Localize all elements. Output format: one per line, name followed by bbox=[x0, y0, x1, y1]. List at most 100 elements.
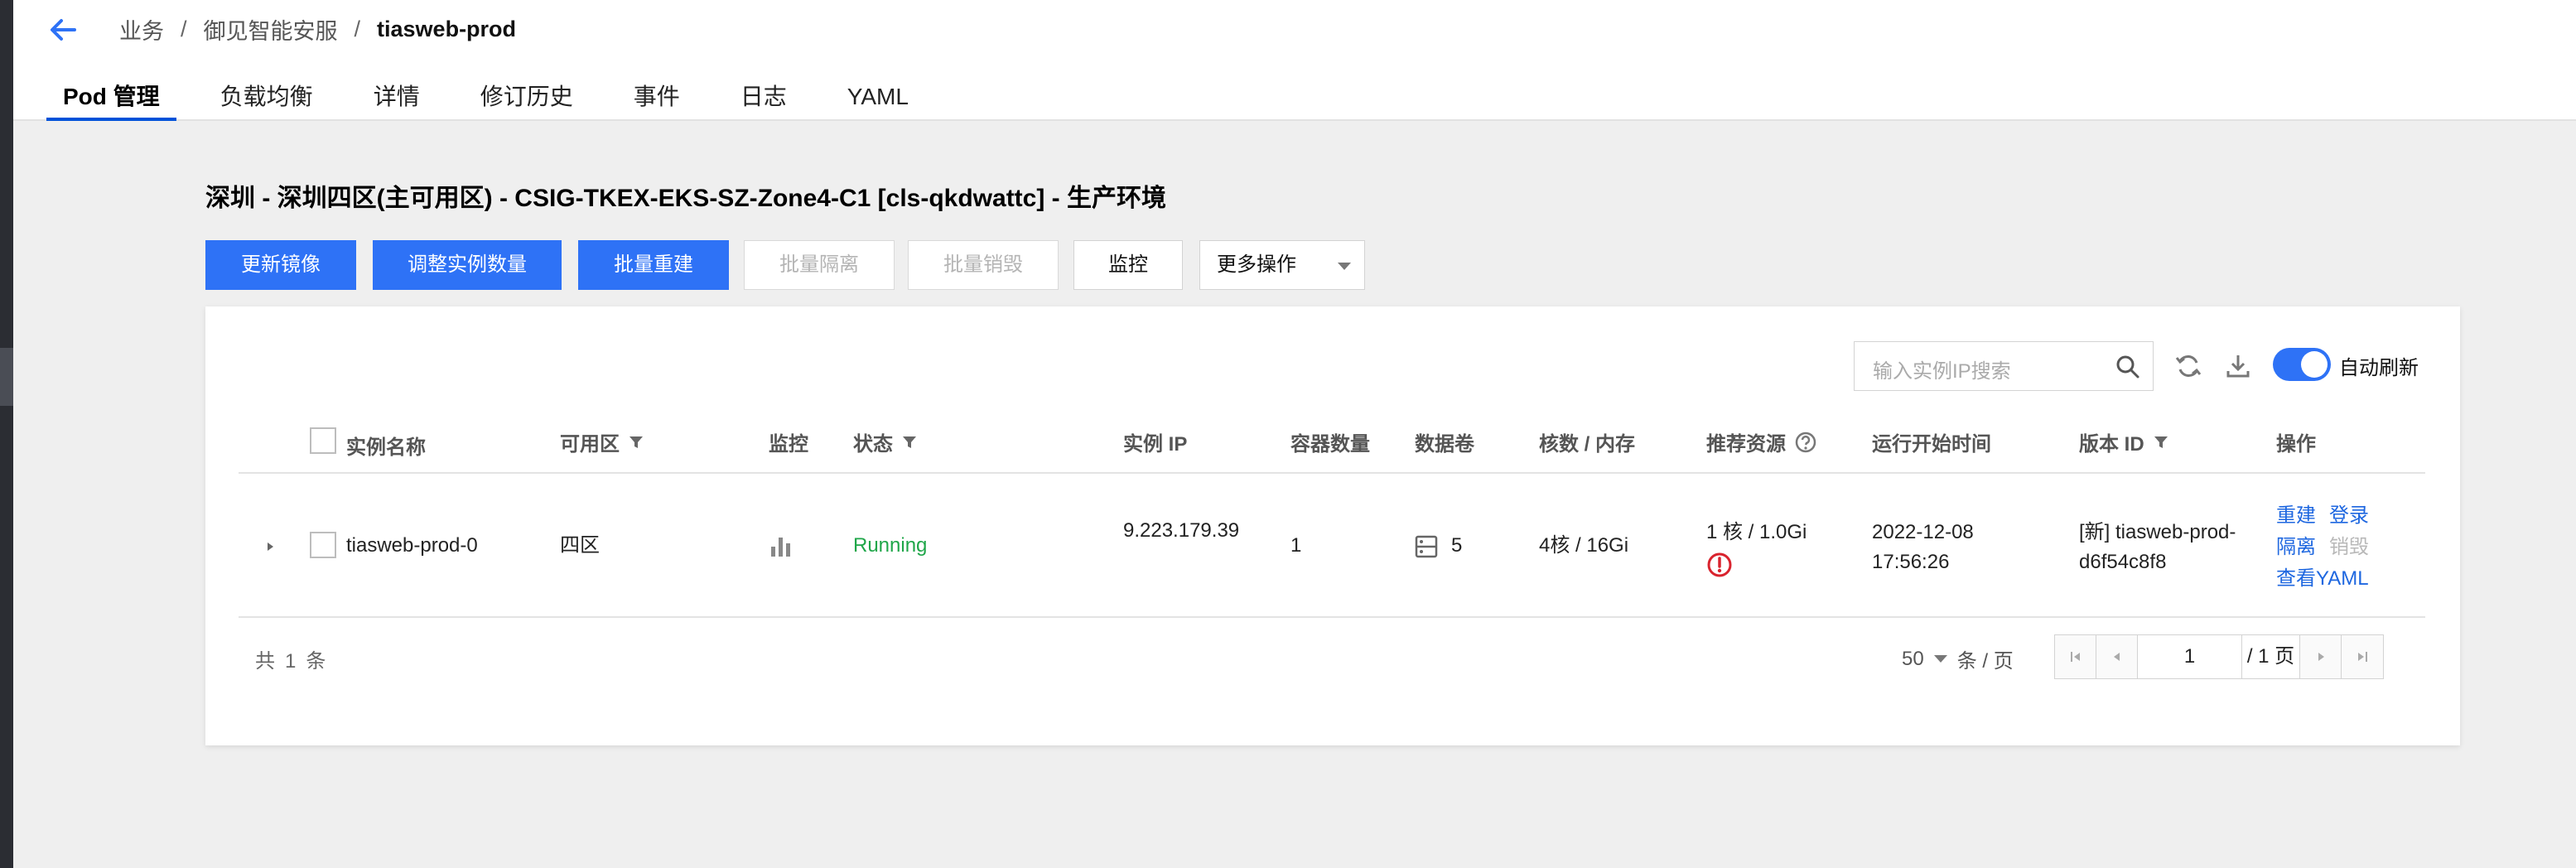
tab-logs[interactable]: 日志 bbox=[724, 76, 803, 119]
cluster-title: 深圳 - 深圳四区(主可用区) - CSIG-TKEX-EKS-SZ-Zone4… bbox=[205, 185, 1167, 212]
login-link[interactable]: 登录 bbox=[2329, 500, 2369, 532]
start-date: 2022-12-08 bbox=[1872, 521, 1974, 543]
prev-page-icon bbox=[2114, 653, 2120, 661]
page-header: 业务 / 御见智能安服 / tiasweb-prod Pod 管理 负载均衡 详… bbox=[13, 0, 2576, 121]
column-header-ip-label: 实例 IP bbox=[1123, 433, 1188, 456]
filter-icon[interactable] bbox=[901, 434, 918, 451]
next-page-icon bbox=[2318, 653, 2324, 661]
column-header-volumes-label: 数据卷 bbox=[1415, 433, 1474, 456]
volume-icon bbox=[1415, 535, 1438, 558]
page-number-input[interactable]: 1 bbox=[2138, 635, 2242, 678]
page-size-unit: 条 / 页 bbox=[1956, 650, 2014, 673]
adjust-instances-button[interactable]: 调整实例数量 bbox=[373, 240, 562, 290]
table-footer-divider bbox=[239, 616, 2425, 618]
prev-page-button[interactable] bbox=[2096, 635, 2138, 678]
update-image-button[interactable]: 更新镜像 bbox=[205, 240, 356, 290]
first-page-button[interactable] bbox=[2055, 635, 2096, 678]
rebuild-link[interactable]: 重建 bbox=[2276, 500, 2316, 532]
total-value: 1 bbox=[285, 650, 297, 673]
breadcrumb: 业务 / 御见智能安服 / tiasweb-prod bbox=[119, 13, 516, 46]
pod-status: Running bbox=[853, 534, 928, 557]
tab-revision-history[interactable]: 修订历史 bbox=[464, 76, 590, 119]
start-time: 17:56:26 bbox=[1872, 551, 1950, 573]
column-header-volumes: 数据卷 bbox=[1415, 427, 1474, 456]
expand-row-icon[interactable] bbox=[263, 540, 277, 553]
refresh-icon[interactable] bbox=[2173, 351, 2203, 381]
more-actions-label: 更多操作 bbox=[1217, 253, 1296, 276]
warning-icon[interactable] bbox=[1706, 552, 1733, 578]
version-id-line2: d6f54c8f8 bbox=[2079, 551, 2167, 573]
help-icon[interactable] bbox=[1794, 431, 1817, 454]
row-checkbox[interactable] bbox=[310, 532, 336, 558]
pod-name[interactable]: tiasweb-prod-0 bbox=[346, 530, 478, 562]
batch-rebuild-button[interactable]: 批量重建 bbox=[578, 240, 729, 290]
left-sidebar-strip bbox=[0, 0, 13, 868]
column-header-name: 实例名称 bbox=[346, 431, 426, 460]
destroy-link: 销毁 bbox=[2329, 536, 2369, 558]
batch-destroy-button[interactable]: 批量销毁 bbox=[908, 240, 1059, 290]
total-pages: / 1 页 bbox=[2242, 635, 2300, 678]
page-size-select[interactable]: 50 条 / 页 bbox=[1902, 644, 2014, 673]
isolate-link[interactable]: 隔离 bbox=[2276, 532, 2316, 563]
column-header-recommended-label: 推荐资源 bbox=[1706, 433, 1786, 456]
page-size-value: 50 bbox=[1902, 647, 1924, 670]
column-header-monitor: 监控 bbox=[769, 427, 808, 456]
last-page-button[interactable] bbox=[2342, 635, 2383, 678]
select-all-checkbox[interactable] bbox=[310, 427, 336, 454]
breadcrumb-separator: / bbox=[181, 17, 187, 41]
back-arrow-icon[interactable] bbox=[43, 10, 83, 50]
column-header-containers-label: 容器数量 bbox=[1290, 433, 1370, 456]
filter-icon[interactable] bbox=[2153, 434, 2169, 451]
search-icon[interactable] bbox=[2115, 354, 2141, 380]
total-prefix: 共 bbox=[255, 650, 275, 673]
filter-icon[interactable] bbox=[628, 434, 644, 451]
auto-refresh-label: 自动刷新 bbox=[2339, 357, 2419, 379]
batch-isolate-button[interactable]: 批量隔离 bbox=[744, 240, 895, 290]
breadcrumb-current: tiasweb-prod bbox=[377, 17, 517, 41]
column-header-monitor-label: 监控 bbox=[769, 433, 808, 456]
next-page-button[interactable] bbox=[2300, 635, 2342, 678]
column-header-version-label: 版本 ID bbox=[2079, 433, 2144, 456]
tab-load-balancing[interactable]: 负载均衡 bbox=[204, 76, 330, 119]
column-header-start-time: 运行开始时间 bbox=[1872, 427, 1991, 456]
search-placeholder: 输入实例IP搜索 bbox=[1873, 360, 2011, 383]
breadcrumb-business[interactable]: 御见智能安服 bbox=[204, 13, 338, 46]
column-header-containers: 容器数量 bbox=[1290, 427, 1370, 456]
pagination: 1 / 1 页 bbox=[2054, 634, 2384, 679]
column-header-zone[interactable]: 可用区 bbox=[560, 427, 644, 456]
tab-details[interactable]: 详情 bbox=[357, 76, 437, 119]
search-input[interactable]: 输入实例IP搜索 bbox=[1854, 341, 2154, 391]
pod-zone: 四区 bbox=[560, 534, 600, 557]
pod-ip: 9.223.179.39 bbox=[1123, 519, 1240, 542]
tab-pod-management[interactable]: Pod 管理 bbox=[46, 76, 176, 121]
breadcrumb-separator: / bbox=[354, 17, 361, 41]
auto-refresh-toggle[interactable] bbox=[2273, 348, 2331, 381]
container-count: 1 bbox=[1290, 534, 1302, 557]
column-header-cpu-memory-label: 核数 / 内存 bbox=[1539, 433, 1636, 456]
first-page-icon bbox=[2071, 652, 2080, 662]
column-header-actions: 操作 bbox=[2276, 427, 2316, 456]
monitor-chart-icon[interactable] bbox=[769, 533, 794, 558]
volume-count[interactable]: 5 bbox=[1451, 530, 1462, 562]
tab-yaml[interactable]: YAML bbox=[831, 76, 925, 119]
toggle-knob bbox=[2301, 351, 2328, 378]
column-header-name-label: 实例名称 bbox=[346, 436, 426, 459]
column-header-status[interactable]: 状态 bbox=[853, 427, 918, 456]
version-id-line1: [新] tiasweb-prod- bbox=[2079, 521, 2236, 543]
total-suffix: 条 bbox=[306, 650, 326, 673]
more-actions-dropdown[interactable]: 更多操作 bbox=[1199, 240, 1365, 290]
tab-events[interactable]: 事件 bbox=[617, 76, 697, 119]
recommended-resource: 1 核 / 1.0Gi bbox=[1706, 521, 1807, 543]
monitor-button[interactable]: 监控 bbox=[1073, 240, 1183, 290]
column-header-actions-label: 操作 bbox=[2276, 433, 2316, 456]
total-count: 共1条 bbox=[255, 644, 335, 673]
table-header-divider bbox=[239, 472, 2425, 474]
download-icon[interactable] bbox=[2223, 351, 2253, 381]
view-yaml-link[interactable]: 查看YAML bbox=[2276, 563, 2369, 595]
column-header-zone-label: 可用区 bbox=[560, 433, 620, 456]
column-header-cpu-memory: 核数 / 内存 bbox=[1539, 427, 1635, 456]
column-header-status-label: 状态 bbox=[853, 433, 893, 456]
column-header-version[interactable]: 版本 ID bbox=[2079, 427, 2169, 456]
breadcrumb-root[interactable]: 业务 bbox=[119, 13, 164, 46]
chevron-down-icon bbox=[1338, 263, 1351, 270]
